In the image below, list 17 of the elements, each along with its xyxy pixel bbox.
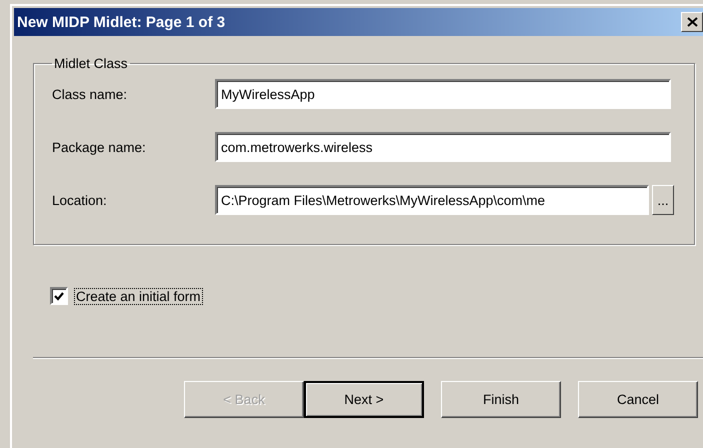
close-icon: [686, 17, 698, 27]
window-title: New MIDP Midlet: Page 1 of 3: [16, 14, 226, 30]
browse-button[interactable]: ...: [652, 185, 674, 215]
dialog-button[interactable]: Next >: [304, 381, 424, 418]
dialog-button[interactable]: Cancel: [578, 381, 698, 418]
checkbox-label[interactable]: Create an initial form: [74, 288, 203, 304]
group-title: Midlet Class: [53, 56, 129, 71]
close-button[interactable]: [681, 12, 703, 32]
checkbox[interactable]: [50, 287, 68, 305]
field-label: Package name:: [52, 140, 147, 154]
input-field[interactable]: com.metrowerks.wireless: [215, 132, 671, 162]
check-icon: [54, 292, 64, 300]
input-field[interactable]: C:\Program Files\Metrowerks\MyWirelessApp\com\me: [215, 185, 649, 215]
field-label: Class name:: [52, 86, 128, 102]
dialog-button[interactable]: Finish: [441, 381, 561, 418]
field-label: Location:: [52, 192, 108, 208]
input-field[interactable]: MyWirelessApp: [215, 79, 671, 109]
